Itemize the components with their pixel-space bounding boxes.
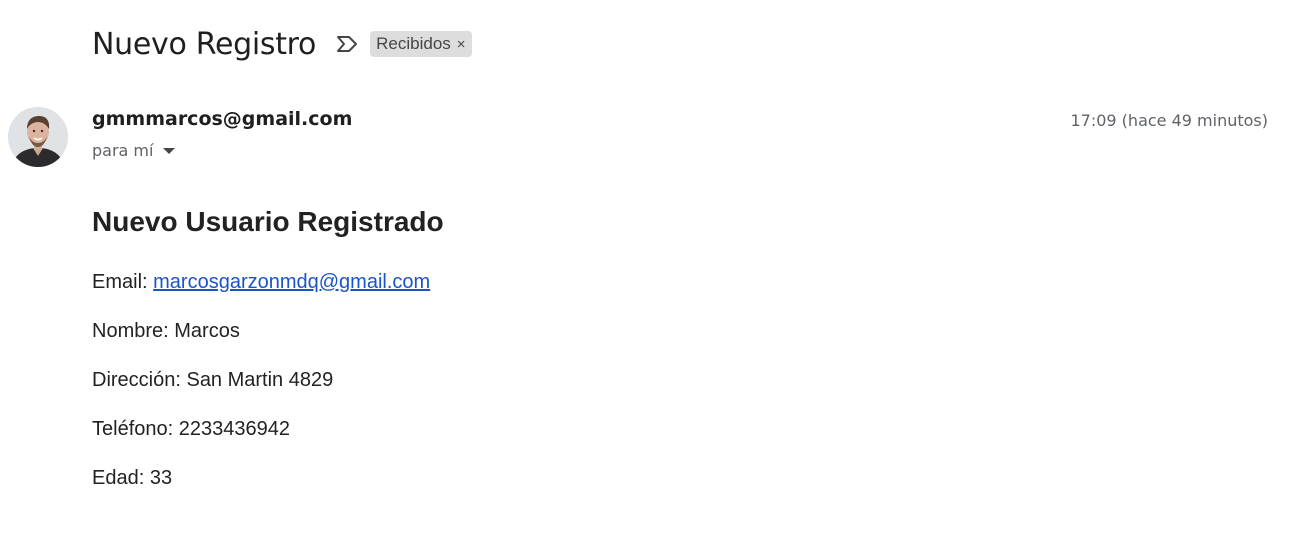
email-timestamp: 17:09 (hace 49 minutos) [1070,111,1268,130]
body-direccion-line: Dirección: San Martin 4829 [92,369,334,391]
body-edad-line: Edad: 33 [92,467,173,489]
body-email-line: Email: marcosgarzonmdq@gmail.com [92,271,1192,294]
sender-email[interactable]: gmmmarcos@gmail.com [92,108,352,130]
label-chip-text: Recibidos [376,34,451,53]
sender-avatar[interactable] [8,107,68,167]
important-marker-icon[interactable] [334,31,360,57]
email-subject: Nuevo Registro [92,26,317,62]
recipient-text: para mí [92,141,154,160]
label-remove-icon[interactable]: × [457,36,466,53]
email-body: Nuevo Usuario Registrado Email: marcosga… [92,205,1192,516]
body-email-label: Email: [92,271,154,293]
body-telefono-line: Teléfono: 2233436942 [92,418,290,440]
recipient-row[interactable]: para mí [92,141,177,160]
body-nombre-line: Nombre: Marcos [92,320,240,342]
subject-row: Nuevo Registro Recibidos × [92,22,472,66]
label-chip-recibidos[interactable]: Recibidos × [370,31,472,57]
caret-down-icon[interactable] [161,143,177,159]
body-email-link[interactable]: marcosgarzonmdq@gmail.com [153,271,430,293]
body-heading: Nuevo Usuario Registrado [92,206,444,237]
